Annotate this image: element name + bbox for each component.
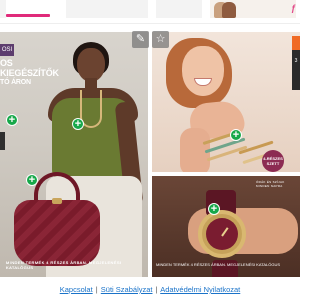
page-headline: OS KIEGÉSZÍTŐK TÓ ÁRON — [0, 58, 70, 88]
side-product — [0, 132, 5, 150]
active-underline — [6, 14, 50, 17]
plus-icon[interactable]: + — [230, 129, 242, 141]
side-panel: 3 — [292, 50, 300, 90]
star-icon[interactable]: ☆ — [152, 31, 169, 48]
headline-line-1: OS KIEGÉSZÍTŐK — [0, 58, 59, 78]
catalog-page-left[interactable]: OSI OS KIEGÉSZÍTŐK TÓ ÁRON MINDEN TERMÉK… — [0, 32, 148, 277]
thumbnail-figure — [222, 2, 236, 18]
handbag-clasp — [52, 198, 62, 204]
separator: | — [95, 285, 98, 294]
cookie-policy-link[interactable]: Süti Szabályzat — [101, 285, 153, 294]
page-root: ƒ OSI OS KIEGÉSZÍTŐK TÓ ÁRON MINDEN TERM… — [0, 0, 300, 300]
thumbnail-2[interactable] — [156, 0, 202, 18]
left-footer-strip: MINDEN TERMÉK 4 RÉSZES ÁRBAN. MEGJELENÉS… — [6, 260, 122, 270]
side-panel-text: 3 — [294, 58, 298, 64]
plus-icon[interactable]: + — [26, 174, 38, 186]
thumbnail-1[interactable] — [66, 0, 148, 18]
plus-icon[interactable]: + — [208, 203, 220, 215]
right-footer-strip: MINDEN TERMÉK 4 RÉSZES ÁRBAN. MEGJELENÉS… — [156, 262, 281, 267]
headline-line-2: TÓ ÁRON — [0, 79, 31, 86]
handbag — [14, 200, 100, 266]
footer-links: Kapcsolat | Süti Szabályzat | Adatvédelm… — [0, 280, 300, 300]
catalog-spread: OSI OS KIEGÉSZÍTŐK TÓ ÁRON MINDEN TERMÉK… — [0, 31, 300, 277]
contact-link[interactable]: Kapcsolat — [60, 285, 93, 294]
catalog-page-right[interactable]: 3 4-RÉSZES SZETT ÓRÁK ÉS SZÍJAK MINDEN N… — [152, 32, 300, 277]
model-face — [182, 46, 224, 96]
thumbnail-price: ƒ — [290, 3, 296, 13]
separator: | — [155, 285, 158, 294]
set-badge: 4-RÉSZES SZETT — [262, 150, 284, 172]
watch-caption: ÓRÁK ÉS SZÍJAK MINDEN NAPRA — [256, 180, 285, 188]
model-face — [77, 48, 105, 82]
plus-icon[interactable]: + — [72, 118, 84, 130]
orange-tab — [292, 36, 300, 50]
plus-icon[interactable]: + — [6, 114, 18, 126]
pencil-icon[interactable]: ✎ — [132, 31, 149, 48]
page-badge: OSI — [0, 44, 14, 56]
privacy-policy-link[interactable]: Adatvédelmi Nyilatkozat — [160, 285, 240, 294]
top-thumbnail-strip: ƒ — [0, 0, 300, 24]
